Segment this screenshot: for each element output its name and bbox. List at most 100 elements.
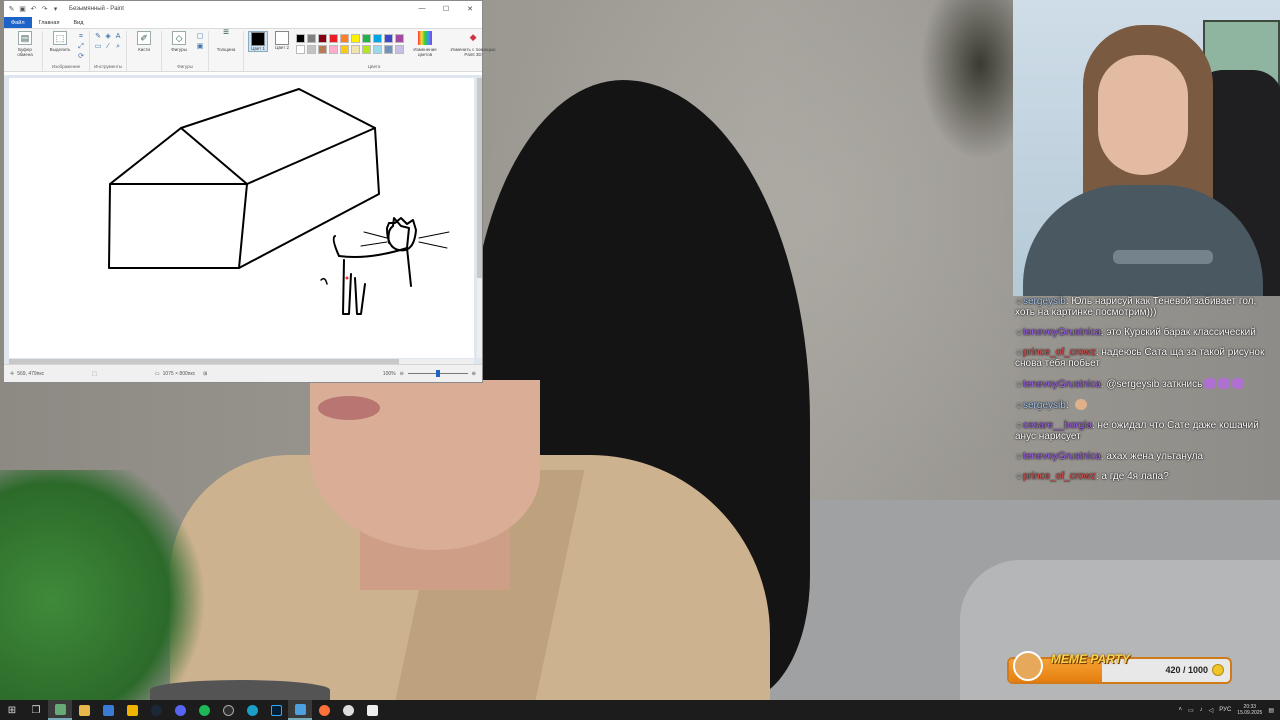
chat-username: tenevoyGrustnica xyxy=(1023,451,1101,462)
explorer-icon[interactable] xyxy=(72,700,96,720)
discord-icon[interactable] xyxy=(168,700,192,720)
color-swatch[interactable] xyxy=(307,45,317,54)
fill-shape-icon[interactable]: ▣ xyxy=(196,43,204,51)
notifications-icon[interactable]: ▤ xyxy=(1268,707,1274,714)
color-picker-icon[interactable]: ⁄ xyxy=(104,43,112,51)
outline-icon[interactable]: ▢ xyxy=(196,33,204,41)
color-swatch[interactable] xyxy=(340,45,350,54)
select-button[interactable]: ⬚ Выделить xyxy=(47,31,73,52)
brushes-button[interactable]: ✐ Кисти xyxy=(131,31,157,52)
clipboard-button[interactable]: ▤ Буфер обмена xyxy=(12,31,38,57)
window-icon[interactable] xyxy=(360,700,384,720)
paint3d-button[interactable]: ◆ Изменить с помощью Paint 3D xyxy=(446,31,500,57)
edit-colors-label: Изменение цветов xyxy=(413,47,437,57)
language-indicator[interactable]: РУС xyxy=(1219,707,1231,713)
resize-icon[interactable]: ⤢ xyxy=(77,43,85,51)
chat-badge-icon: ☺ xyxy=(1015,297,1024,306)
mic-icon[interactable]: ♪ xyxy=(1200,707,1203,713)
start-icon[interactable]: ⊞ xyxy=(0,700,24,720)
color-swatch[interactable] xyxy=(384,45,394,54)
edge-icon[interactable] xyxy=(240,700,264,720)
hand-emote-icon xyxy=(1075,399,1088,410)
color-swatch[interactable] xyxy=(329,45,339,54)
minimize-button[interactable]: — xyxy=(410,5,434,13)
color-swatch[interactable] xyxy=(373,45,383,54)
redo-icon[interactable]: ↷ xyxy=(41,6,48,13)
eraser-icon[interactable]: ▭ xyxy=(94,43,102,51)
house-roof-top xyxy=(180,88,376,129)
streaming-app-icon[interactable] xyxy=(120,700,144,720)
color-swatch[interactable] xyxy=(362,45,372,54)
clock[interactable]: 20:33 15.09.2025 xyxy=(1237,704,1262,716)
volume-icon[interactable]: ◁ xyxy=(1209,707,1214,714)
thickness-button[interactable]: ≡ Толщина xyxy=(213,28,239,53)
close-button[interactable]: ✕ xyxy=(458,5,482,13)
menu-view[interactable]: Вид xyxy=(66,17,90,28)
crop-icon[interactable]: ⌗ xyxy=(77,33,85,41)
save-icon[interactable]: ▣ xyxy=(19,6,26,13)
app-icon[interactable] xyxy=(336,700,360,720)
color-swatch[interactable] xyxy=(351,45,361,54)
color-swatch[interactable] xyxy=(318,34,328,43)
drawing-canvas[interactable] xyxy=(9,78,474,358)
color-swatch[interactable] xyxy=(307,34,317,43)
undo-icon[interactable]: ↶ xyxy=(30,6,37,13)
color-swatch[interactable] xyxy=(296,45,306,54)
tray-arrow-icon[interactable]: ˄ xyxy=(1178,707,1182,713)
fill-icon[interactable]: ◈ xyxy=(104,33,112,41)
rotate-icon[interactable]: ⟳ xyxy=(77,53,85,61)
network-icon[interactable]: ▭ xyxy=(1188,707,1194,714)
zoom-slider-thumb[interactable] xyxy=(435,370,440,377)
zoom-out-icon[interactable]: ⊖ xyxy=(400,371,404,377)
vertical-scrollbar[interactable] xyxy=(477,78,482,358)
color-swatch[interactable] xyxy=(384,34,394,43)
firefox-icon[interactable] xyxy=(312,700,336,720)
magnifier-icon[interactable]: ⌕ xyxy=(114,43,122,51)
color-swatch[interactable] xyxy=(362,34,372,43)
color-swatch[interactable] xyxy=(395,34,405,43)
maximize-button[interactable]: ☐ xyxy=(434,5,458,13)
color-swatch[interactable] xyxy=(340,34,350,43)
obs-icon[interactable] xyxy=(216,700,240,720)
color-swatch[interactable] xyxy=(296,34,306,43)
customize-arrow-icon[interactable]: ▾ xyxy=(52,6,59,13)
stats-app-icon[interactable] xyxy=(96,700,120,720)
color2-selector[interactable]: Цвет 2 xyxy=(272,31,292,50)
color2-label: Цвет 2 xyxy=(275,45,289,50)
task-view-icon[interactable]: ❐ xyxy=(24,700,48,720)
color-swatch[interactable] xyxy=(318,45,328,54)
spotify-icon[interactable] xyxy=(192,700,216,720)
zoom-slider[interactable] xyxy=(407,370,468,377)
color-swatch[interactable] xyxy=(329,34,339,43)
status-bar: ✛ 569, 479пкс ⬚ ▭ 1075 × 800пкс ⊞ 100% ⊖ ⊕ xyxy=(4,364,482,382)
group-image-label: Изображение xyxy=(51,64,81,69)
shapes-button[interactable]: ◇ Фигуры xyxy=(166,31,192,52)
chat-message: ☺tenevoyGrustnica: это Курский барак кла… xyxy=(1015,327,1256,338)
taskbar-app-icon[interactable] xyxy=(48,700,72,720)
steam-icon[interactable] xyxy=(144,700,168,720)
group-shapes-label: Фигуры xyxy=(177,64,193,69)
chat-message: ☺cesare__borgia: не ожидал что Сате даже… xyxy=(1015,420,1259,442)
edit-colors-button[interactable]: Изменение цветов xyxy=(408,31,442,57)
chat-username: tenevoyGrustnica xyxy=(1023,327,1101,338)
goal-title: MEME PARTY xyxy=(1051,652,1130,666)
edit-colors-icon xyxy=(418,31,433,45)
paint-window: ✎ ▣ ↶ ↷ ▾ Безымянный - Paint — ☐ ✕ Файл … xyxy=(3,0,496,383)
select-label: Выделить xyxy=(49,47,71,52)
color-swatch[interactable] xyxy=(373,34,383,43)
cursor-icon: ✛ xyxy=(10,370,15,377)
doge-icon xyxy=(1013,651,1043,681)
photoshop-icon[interactable] xyxy=(264,700,288,720)
chat-badge-icon: ☺ xyxy=(1015,452,1024,461)
pencil-icon[interactable]: ✎ xyxy=(94,33,102,41)
paint-taskbar-icon[interactable] xyxy=(288,700,312,720)
menu-home[interactable]: Главная xyxy=(32,17,67,28)
zoom-in-icon[interactable]: ⊕ xyxy=(472,371,476,377)
color-swatch[interactable] xyxy=(351,34,361,43)
color1-selector[interactable]: Цвет 1 xyxy=(248,31,269,52)
menu-file[interactable]: Файл xyxy=(4,17,32,28)
chat-badge-icon: ☺ xyxy=(1015,401,1024,410)
text-icon[interactable]: A xyxy=(114,33,122,41)
shapes-button-label: Фигуры xyxy=(171,47,187,52)
color-swatch[interactable] xyxy=(395,45,405,54)
